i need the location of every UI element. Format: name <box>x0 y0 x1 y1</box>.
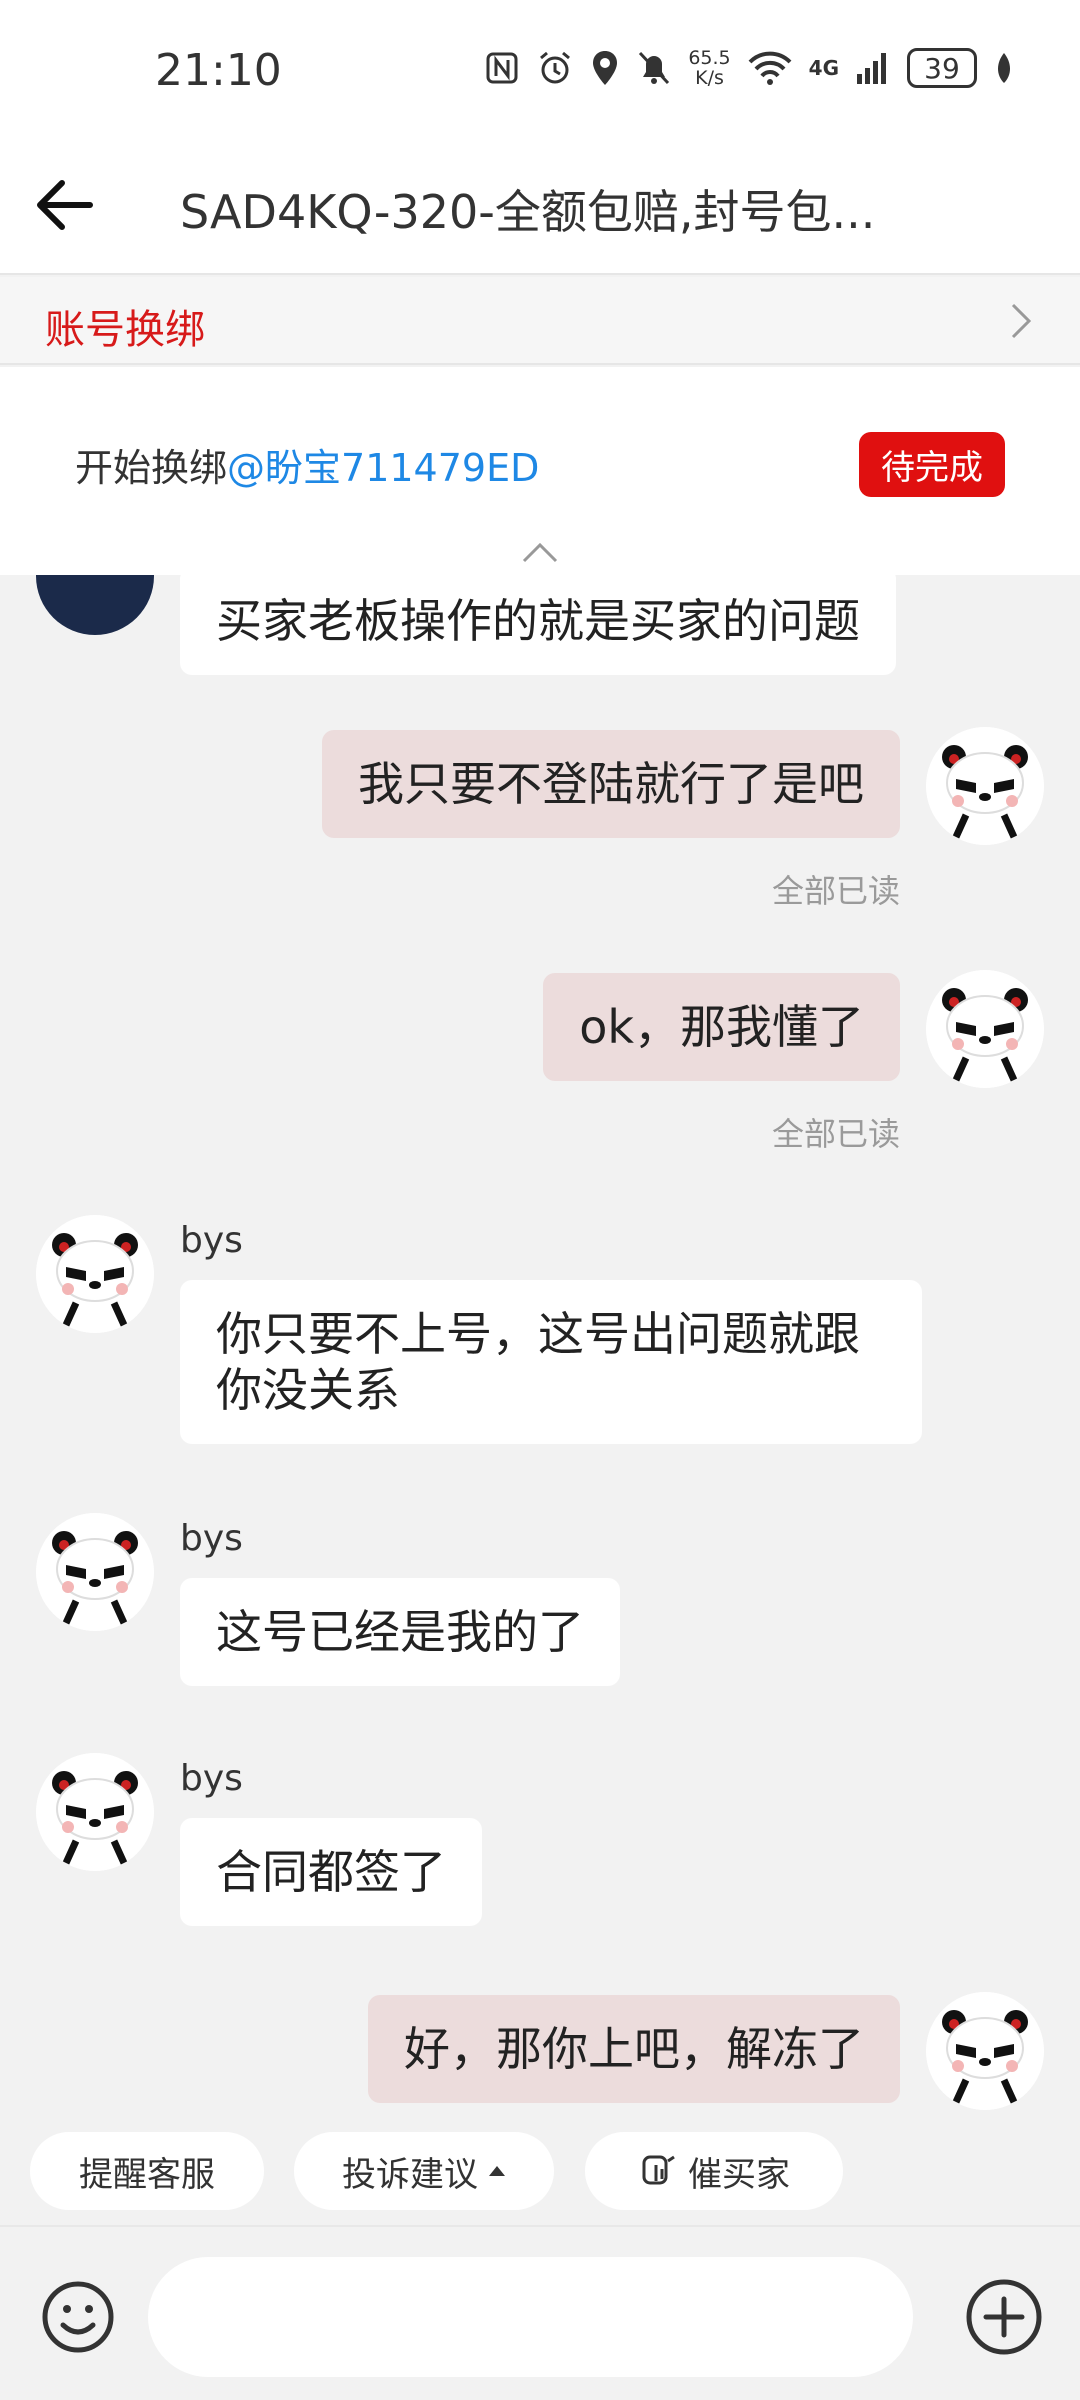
net-speed-value: 65.5 <box>688 47 731 69</box>
read-receipt: 全部已读 <box>771 872 900 910</box>
status-bar: 21:10 65.5 K/s 4G 39 <box>0 0 1080 140</box>
quick-actions-bar: 提醒客服 投诉建议 催买家 <box>0 2115 1080 2225</box>
sender-name: bys <box>180 1518 243 1559</box>
message-bubble[interactable]: 我只要不登陆就行了是吧 <box>322 730 900 838</box>
rebind-text-label: 开始换绑 <box>75 446 228 490</box>
remind-service-label: 提醒客服 <box>79 2154 215 2195</box>
avatar[interactable] <box>36 1215 154 1333</box>
panda-icon <box>926 1992 1044 2110</box>
message-bubble[interactable]: 合同都签了 <box>180 1818 482 1926</box>
avatar[interactable] <box>36 575 154 635</box>
caret-up-icon <box>489 2166 505 2176</box>
panda-icon <box>36 1753 154 1871</box>
complaint-label: 投诉建议 <box>342 2154 478 2195</box>
read-receipt: 全部已读 <box>771 1115 900 1153</box>
urge-buyer-label: 催买家 <box>688 2154 790 2195</box>
complaint-button[interactable]: 投诉建议 <box>294 2132 554 2210</box>
status-badge[interactable]: 待完成 <box>859 432 1005 497</box>
message-input[interactable] <box>148 2257 913 2377</box>
panda-icon <box>36 1513 154 1631</box>
leaf-icon <box>998 53 1010 83</box>
message-bubble[interactable]: 这号已经是我的了 <box>180 1578 620 1686</box>
mute-icon <box>639 51 670 85</box>
urge-buyer-button[interactable]: 催买家 <box>585 2132 843 2210</box>
chat-list[interactable]: 买家老板操作的就是买家的问题 我只要不登陆就行了是吧 全部已读 ok，那我懂了 … <box>0 575 1080 2115</box>
status-time: 21:10 <box>155 45 282 96</box>
chevron-up-icon[interactable] <box>520 539 560 565</box>
panda-icon <box>926 970 1044 1088</box>
input-bar <box>0 2225 1080 2400</box>
net-speed: 65.5 K/s <box>688 48 730 88</box>
alarm-icon <box>540 51 571 84</box>
sender-name: bys <box>180 1220 243 1261</box>
avatar[interactable] <box>926 1992 1044 2110</box>
network-type: 4G <box>808 56 839 80</box>
wifi-icon <box>748 51 792 85</box>
tap-hand-icon <box>642 2155 675 2185</box>
title-bar: SAD4KQ-320-全额包赔,封号包... <box>0 140 1080 275</box>
remind-service-button[interactable]: 提醒客服 <box>30 2132 264 2210</box>
message-bubble[interactable]: 好，那你上吧，解冻了 <box>368 1995 900 2103</box>
sender-name: bys <box>180 1758 243 1799</box>
message-bubble[interactable]: 买家老板操作的就是买家的问题 <box>180 575 896 675</box>
rebind-mention[interactable]: @盼宝711479ED <box>227 446 539 490</box>
plus-icon[interactable] <box>964 2277 1044 2357</box>
rebind-text: 开始换绑@盼宝711479ED <box>75 437 539 492</box>
chevron-right-icon <box>1011 303 1032 339</box>
panda-icon <box>926 727 1044 845</box>
avatar[interactable] <box>36 1753 154 1871</box>
avatar[interactable] <box>926 727 1044 845</box>
message-bubble[interactable]: ok，那我懂了 <box>543 973 900 1081</box>
status-icons: 65.5 K/s 4G 39 <box>484 48 1015 88</box>
avatar[interactable] <box>926 970 1044 1088</box>
location-icon <box>593 51 618 85</box>
signal-icon <box>857 53 886 84</box>
back-arrow-icon[interactable] <box>30 170 100 240</box>
account-rebind-bar[interactable]: 账号换绑 <box>0 277 1080 365</box>
nfc-icon <box>486 52 518 84</box>
rebind-panel: 开始换绑@盼宝711479ED 待完成 <box>0 367 1080 575</box>
avatar[interactable] <box>36 1513 154 1631</box>
panda-icon <box>36 1215 154 1333</box>
battery-icon: 39 <box>907 48 977 88</box>
page-title: SAD4KQ-320-全额包赔,封号包... <box>180 185 876 239</box>
emoji-icon[interactable] <box>40 2279 116 2355</box>
net-speed-unit: K/s <box>695 67 724 89</box>
message-bubble[interactable]: 你只要不上号，这号出问题就跟你没关系 <box>180 1280 922 1444</box>
account-rebind-label: 账号换绑 <box>45 307 205 353</box>
